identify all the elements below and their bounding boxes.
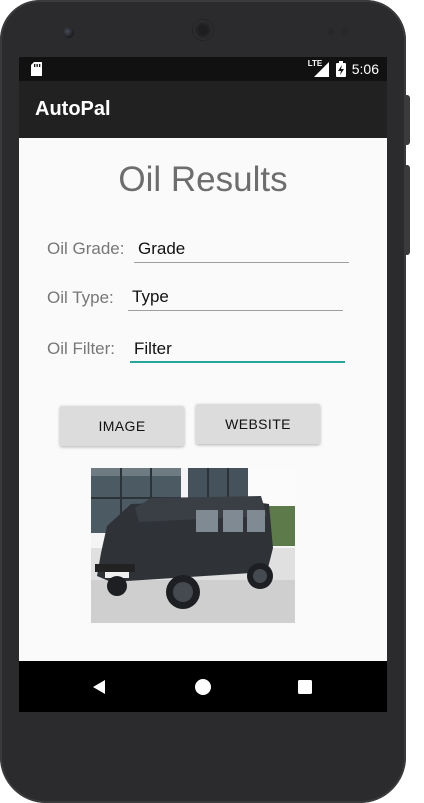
home-button[interactable]	[185, 661, 221, 712]
recents-button[interactable]	[287, 661, 323, 712]
image-button[interactable]: IMAGE	[60, 406, 184, 446]
oil-grade-label: Oil Grade:	[47, 239, 125, 258]
website-button[interactable]: WEBSITE	[196, 404, 320, 444]
recents-square-icon	[298, 679, 312, 694]
app-bar: AutoPal	[19, 81, 387, 138]
car-photo	[91, 468, 295, 623]
sd-card-icon	[31, 62, 42, 76]
back-button[interactable]	[81, 661, 117, 712]
earpiece-speaker	[193, 20, 213, 40]
light-sensor	[341, 28, 348, 35]
oil-grade-field[interactable]: Grade	[134, 237, 349, 263]
volume-button	[404, 95, 410, 145]
oil-filter-label: Oil Filter:	[47, 339, 115, 358]
power-button	[404, 165, 410, 255]
main-content: Oil Results Oil Grade: Grade Oil Type: T…	[19, 138, 387, 661]
screen: LTE 5:06 AutoPal Oil Results Oil Grade: …	[19, 57, 387, 712]
back-triangle-icon	[93, 679, 105, 694]
front-camera	[63, 27, 74, 38]
battery-charging-icon	[335, 61, 346, 77]
oil-type-field[interactable]: Type	[128, 285, 343, 311]
oil-type-label: Oil Type:	[47, 288, 114, 307]
navigation-bar	[19, 661, 387, 712]
proximity-sensor	[327, 28, 334, 35]
app-title: AutoPal	[35, 98, 111, 120]
page-title: Oil Results	[118, 160, 288, 199]
signal-icon: LTE	[308, 59, 330, 78]
status-bar: LTE 5:06	[19, 57, 387, 81]
home-circle-icon	[195, 678, 211, 695]
oil-filter-field[interactable]: Filter	[130, 337, 345, 363]
phone-frame: LTE 5:06 AutoPal Oil Results Oil Grade: …	[0, 0, 410, 803]
clock: 5:06	[351, 61, 379, 77]
